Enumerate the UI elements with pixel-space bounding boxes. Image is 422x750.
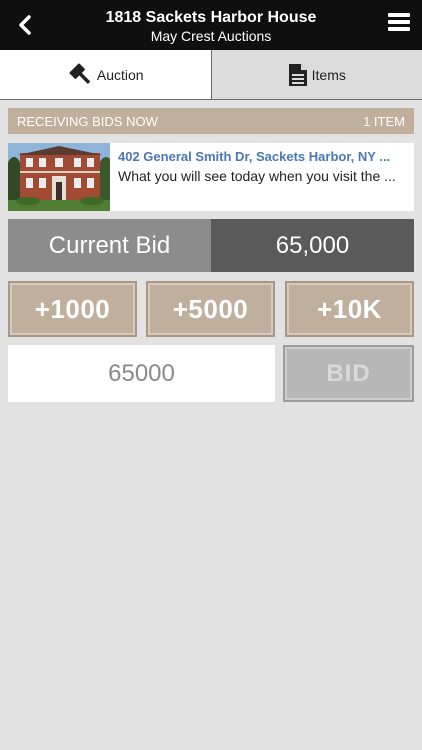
status-banner: RECEIVING BIDS NOW 1 ITEM [8,108,414,134]
increment-1000-button[interactable]: +1000 [8,281,137,337]
document-icon [288,63,308,87]
tab-items-label: Items [311,66,346,83]
hamburger-menu-icon[interactable] [388,13,410,35]
app-header: 1818 Sackets Harbor House May Crest Auct… [0,0,422,50]
tab-bar: Auction Items [0,50,422,100]
page-subtitle: May Crest Auctions [150,28,272,44]
back-button[interactable] [10,10,40,40]
house-photo [8,143,110,211]
item-description: What you will see today when you visit t… [118,168,396,184]
item-count: 1 ITEM [363,113,405,129]
increment-5000-button[interactable]: +5000 [146,281,275,337]
bid-button[interactable]: BID [283,345,414,402]
increment-buttons: +1000 +5000 +10K [8,281,414,337]
gavel-icon [67,63,93,87]
item-address-link[interactable]: 402 General Smith Dr, Sackets Harbor, NY… [118,149,398,164]
auction-screen: 1818 Sackets Harbor House May Crest Auct… [0,0,422,750]
status-text: RECEIVING BIDS NOW [17,113,158,129]
tab-auction-label: Auction [96,66,144,83]
chevron-left-icon [19,15,31,35]
header-titles: 1818 Sackets Harbor House May Crest Auct… [60,9,362,45]
current-bid-value: 65,000 [211,219,414,272]
bid-amount-input[interactable] [8,345,275,402]
item-info: 402 General Smith Dr, Sackets Harbor, NY… [110,143,406,211]
current-bid-label: Current Bid [8,219,211,272]
tab-auction[interactable]: Auction [0,50,212,99]
page-title: 1818 Sackets Harbor House [105,9,317,26]
tab-items[interactable]: Items [211,50,422,99]
increment-10k-button[interactable]: +10K [285,281,414,337]
current-bid-panel: Current Bid 65,000 [8,219,414,272]
list-item[interactable]: 402 General Smith Dr, Sackets Harbor, NY… [8,143,414,211]
